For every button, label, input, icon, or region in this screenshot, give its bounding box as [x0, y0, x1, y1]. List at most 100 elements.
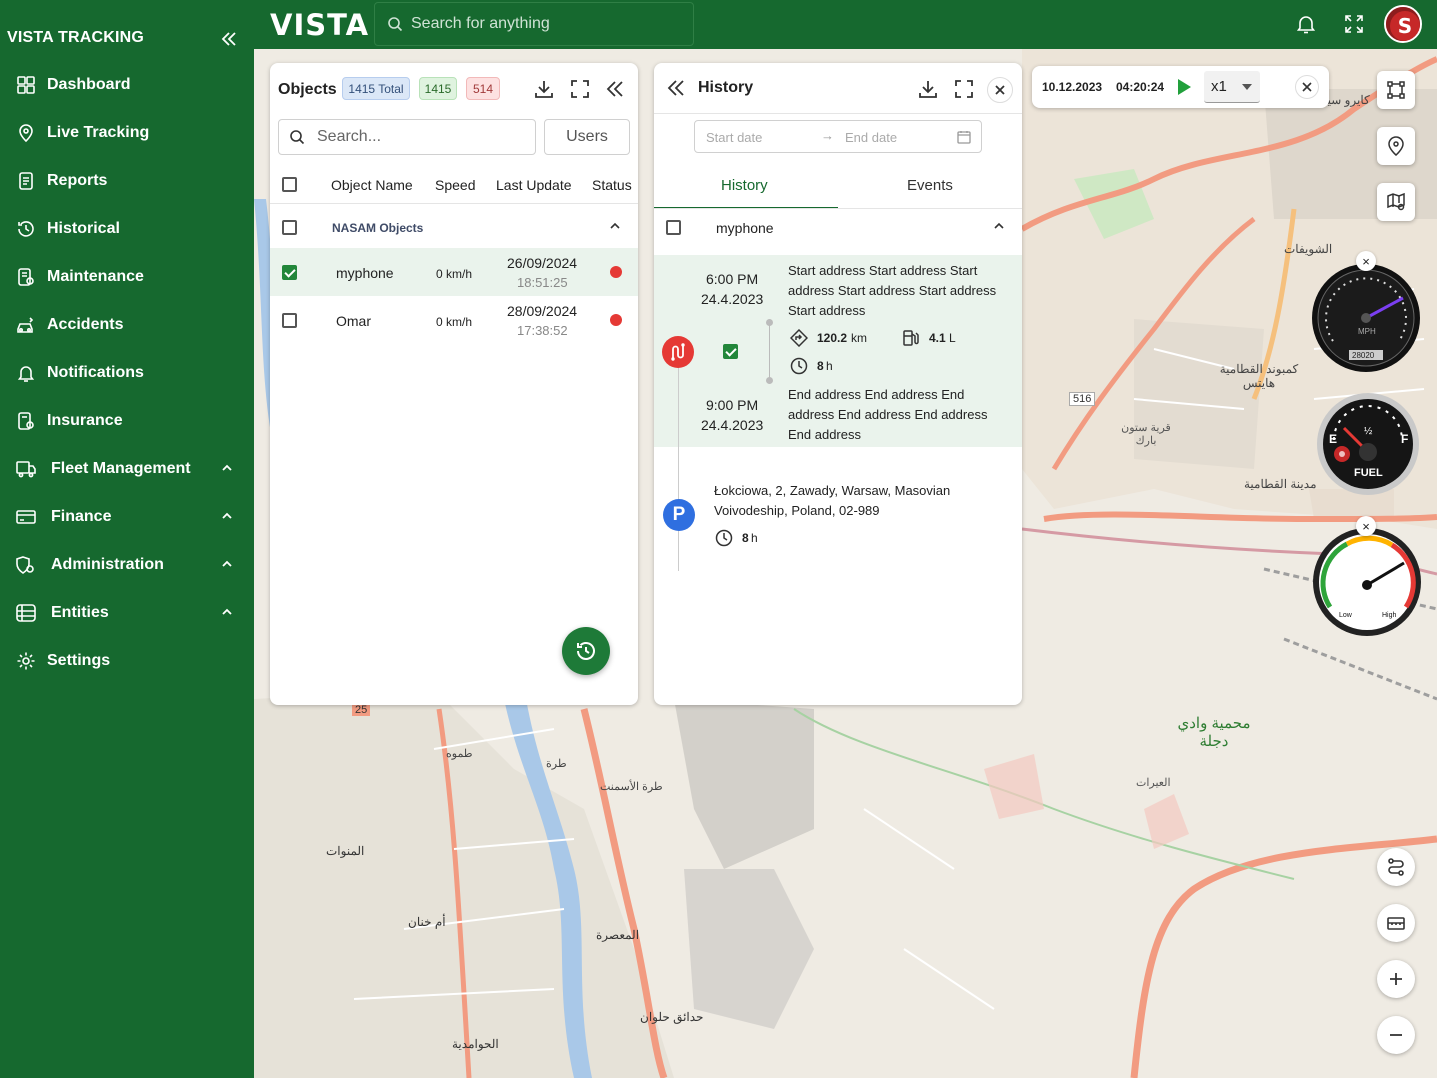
timeline-line [769, 323, 770, 381]
play-button[interactable] [1172, 75, 1196, 99]
route-badge: 25 [352, 704, 371, 716]
chevron-up-icon[interactable] [220, 461, 234, 475]
trip-end-time: 9:00 PM [706, 397, 759, 413]
collapse-sidebar-icon[interactable] [218, 28, 240, 50]
row-checkbox[interactable] [282, 265, 297, 280]
route-badge: 516 [1069, 392, 1096, 406]
sidebar-item-entities[interactable]: Entities [0, 589, 254, 637]
column-header-last-update[interactable]: Last Update [496, 177, 572, 193]
accident-icon [15, 314, 37, 336]
map-label: حدائق حلوان [640, 1010, 704, 1024]
expand-icon[interactable] [952, 77, 976, 101]
sidebar-item-live-tracking[interactable]: Live Tracking [0, 109, 254, 157]
map-label: قرية ستون بارك [1121, 422, 1171, 447]
chevron-up-icon[interactable] [605, 216, 625, 236]
date-range-picker[interactable]: Start date → End date [694, 120, 982, 153]
calendar-icon[interactable] [957, 130, 971, 144]
svg-text:S: S [1398, 14, 1412, 38]
parking-address: Łokciowa, 2, Zawady, Warsaw, Masovian Vo… [714, 483, 951, 518]
car-icon [15, 458, 37, 480]
table-row[interactable]: Omar 0 km/h 28/09/2024 17:38:52 [270, 296, 638, 344]
object-speed: 0 km/h [436, 315, 473, 329]
road-toggle-button[interactable] [1377, 904, 1415, 942]
users-button[interactable]: Users [544, 119, 630, 155]
fullscreen-icon[interactable] [1343, 13, 1365, 35]
download-icon[interactable] [916, 77, 940, 101]
history-title: History [698, 79, 754, 96]
chevron-up-icon[interactable] [220, 557, 234, 571]
admin-icon [15, 554, 37, 576]
map-label: المنوات [326, 844, 365, 858]
locate-button[interactable] [1377, 127, 1415, 165]
status-dot [610, 314, 622, 326]
maintenance-icon [15, 266, 37, 288]
parking-entry[interactable]: P Łokciowa, 2, Zawady, Warsaw, Masovian … [654, 473, 1022, 563]
chevron-up-icon[interactable] [220, 605, 234, 619]
parking-marker-icon: P [663, 499, 695, 531]
sidebar-item-dashboard[interactable]: Dashboard [0, 61, 254, 109]
divider [654, 113, 1022, 114]
download-icon[interactable] [532, 77, 556, 101]
close-icon[interactable] [987, 77, 1013, 103]
close-speedometer-icon[interactable]: × [1356, 251, 1376, 271]
brand-title: VISTA TRACKING [7, 29, 145, 46]
minus-icon [1390, 1034, 1402, 1036]
column-header-name[interactable]: Object Name [331, 177, 413, 193]
column-header-status[interactable]: Status [592, 177, 632, 193]
select-all-checkbox[interactable] [282, 177, 297, 192]
trip-checkbox[interactable] [723, 344, 738, 359]
search-icon [290, 130, 305, 145]
user-avatar[interactable]: S [1384, 5, 1422, 43]
zoom-in-button[interactable] [1377, 960, 1415, 998]
map-label: مدينة القطامية [1244, 477, 1317, 491]
chevron-up-icon[interactable] [220, 509, 234, 523]
collapse-history-icon[interactable] [664, 76, 688, 100]
sidebar-item-settings[interactable]: Settings [0, 637, 254, 685]
expand-icon[interactable] [568, 77, 592, 101]
group-checkbox[interactable] [282, 220, 297, 235]
tab-events[interactable]: Events [907, 177, 953, 194]
level-gauge: Low High [1312, 527, 1422, 642]
tab-history[interactable]: History [721, 177, 768, 194]
close-icon[interactable] [1295, 75, 1319, 99]
close-level-gauge-icon[interactable]: × [1356, 516, 1376, 536]
column-header-speed[interactable]: Speed [435, 177, 475, 193]
sidebar-item-fleet-management[interactable]: Fleet Management [0, 445, 254, 493]
speed-select[interactable]: x1 [1204, 71, 1260, 103]
sidebar-item-accidents[interactable]: Accidents [0, 301, 254, 349]
caret-down-icon [1242, 84, 1252, 90]
sidebar-item-label: Maintenance [47, 268, 144, 285]
sidebar-item-label: Accidents [47, 316, 124, 333]
sidebar-item-finance[interactable]: Finance [0, 493, 254, 541]
map-label: كمبوند القطامية هايتس [1219, 362, 1299, 390]
start-date-input[interactable]: Start date [706, 130, 762, 145]
device-checkbox[interactable] [666, 220, 681, 235]
location-icon [15, 122, 37, 144]
collapse-panel-icon[interactable] [603, 77, 627, 101]
end-date-input[interactable]: End date [845, 130, 897, 145]
sidebar-item-administration[interactable]: Administration [0, 541, 254, 589]
sidebar-item-historical[interactable]: Historical [0, 205, 254, 253]
sidebar-item-insurance[interactable]: Insurance [0, 397, 254, 445]
row-checkbox[interactable] [282, 313, 297, 328]
map-label: طرة [546, 758, 567, 770]
map-layers-button[interactable] [1377, 183, 1415, 221]
sidebar-item-reports[interactable]: Reports [0, 157, 254, 205]
route-toggle-button[interactable] [1377, 848, 1415, 886]
sidebar-item-label: Entities [51, 604, 109, 621]
global-search-input[interactable]: Search for anything [374, 2, 694, 46]
trip-start-address: Start address Start address Start addres… [788, 263, 997, 318]
map-label: أم خنان [408, 915, 446, 929]
sidebar-item-maintenance[interactable]: Maintenance [0, 253, 254, 301]
divider [654, 208, 1022, 209]
objects-search-input[interactable]: Search... [278, 119, 536, 155]
chevron-up-icon[interactable] [989, 216, 1009, 236]
odometer-value: 28020 [1352, 351, 1375, 360]
select-area-button[interactable] [1377, 71, 1415, 109]
zoom-out-button[interactable] [1377, 1016, 1415, 1054]
table-row[interactable]: myphone 0 km/h 26/09/2024 18:51:25 [270, 248, 638, 296]
sidebar-item-notifications[interactable]: Notifications [0, 349, 254, 397]
trip-entry[interactable]: 6:00 PM 24.4.2023 9:00 PM 24.4.2023 Star… [654, 255, 1022, 447]
history-fab-button[interactable] [562, 627, 610, 675]
notification-bell-icon[interactable] [1295, 13, 1317, 35]
